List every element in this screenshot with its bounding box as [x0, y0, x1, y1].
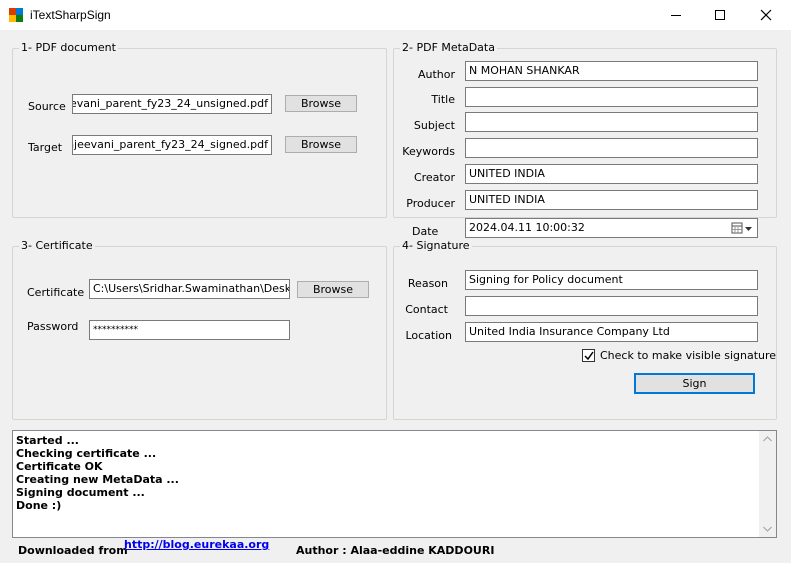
app-icon: [9, 8, 23, 22]
close-icon: [760, 9, 772, 21]
log-textbox[interactable]: Started ... Checking certificate ... Cer…: [12, 430, 777, 538]
visible-signature-label: Check to make visible signature: [600, 349, 777, 362]
certificate-browse-button[interactable]: Browse: [297, 281, 369, 298]
date-value: 2024.04.11 10:00:32: [469, 221, 585, 234]
checkmark-icon: [584, 351, 594, 361]
target-browse-button[interactable]: Browse: [285, 136, 357, 153]
downloaded-from-label: Downloaded from: [18, 544, 128, 557]
log-line: Signing document ...: [16, 486, 145, 499]
keywords-label: Keywords: [402, 145, 455, 158]
location-label: Location: [405, 329, 452, 342]
pdf-document-group-title: 1- PDF document: [19, 41, 118, 54]
log-line: Certificate OK: [16, 460, 103, 473]
title-label: Title: [431, 93, 455, 106]
scroll-up-icon[interactable]: [763, 436, 772, 442]
calendar-dropdown-icon[interactable]: [731, 222, 753, 234]
target-label: Target: [28, 141, 63, 154]
log-line: Started ...: [16, 434, 79, 447]
visible-signature-checkbox[interactable]: [582, 349, 595, 362]
source-field[interactable]: c:\uploads\sanjeevani_parent_fy23_24_uns…: [72, 94, 272, 114]
producer-field[interactable]: UNITED INDIA: [465, 190, 758, 210]
blog-link[interactable]: http://blog.eurekaa.org: [124, 538, 269, 551]
title-bar: iTextSharpSign: [0, 0, 791, 30]
log-lines: Started ... Checking certificate ... Cer…: [16, 434, 179, 512]
author-label: Author: [417, 68, 455, 81]
source-browse-button[interactable]: Browse: [285, 95, 357, 112]
certificate-label: Certificate: [27, 286, 85, 299]
signature-group-title: 4- Signature: [400, 239, 472, 252]
subject-label: Subject: [413, 119, 455, 132]
producer-label: Producer: [406, 197, 455, 210]
minimize-icon: [671, 15, 681, 16]
reason-label: Reason: [407, 277, 448, 290]
log-scrollbar[interactable]: [759, 431, 776, 537]
date-picker[interactable]: 2024.04.11 10:00:32: [465, 218, 758, 238]
certificate-group-title: 3- Certificate: [19, 239, 95, 252]
sign-button[interactable]: Sign: [634, 373, 755, 394]
minimize-button[interactable]: [653, 0, 699, 30]
contact-label: Contact: [405, 303, 448, 316]
log-line: Creating new MetaData ...: [16, 473, 179, 486]
password-field[interactable]: **********: [89, 320, 290, 340]
certificate-field[interactable]: C:\Users\Sridhar.Swaminathan\Desktop\: [89, 279, 290, 299]
creator-field[interactable]: UNITED INDIA: [465, 164, 758, 184]
target-field[interactable]: c:\uploads\sanjeevani_parent_fy23_24_sig…: [72, 135, 272, 155]
keywords-field[interactable]: [465, 138, 758, 158]
log-line: Done :): [16, 499, 62, 512]
scroll-down-icon[interactable]: [763, 526, 772, 532]
maximize-button[interactable]: [697, 0, 743, 30]
source-label: Source: [28, 100, 66, 113]
close-button[interactable]: [743, 0, 789, 30]
author-credit: Author : Alaa-eddine KADDOURI: [296, 544, 495, 557]
contact-field[interactable]: [465, 296, 758, 316]
pdf-metadata-group-title: 2- PDF MetaData: [400, 41, 497, 54]
title-field[interactable]: [465, 87, 758, 107]
author-field[interactable]: N MOHAN SHANKAR: [465, 61, 758, 81]
pdf-document-group: [12, 48, 387, 218]
window-title: iTextSharpSign: [30, 8, 111, 22]
date-label: Date: [412, 225, 439, 238]
password-label: Password: [27, 320, 79, 333]
creator-label: Creator: [413, 171, 455, 184]
reason-field[interactable]: Signing for Policy document: [465, 270, 758, 290]
maximize-icon: [715, 10, 725, 20]
log-line: Checking certificate ...: [16, 447, 157, 460]
subject-field[interactable]: [465, 112, 758, 132]
location-field[interactable]: United India Insurance Company Ltd: [465, 322, 758, 342]
